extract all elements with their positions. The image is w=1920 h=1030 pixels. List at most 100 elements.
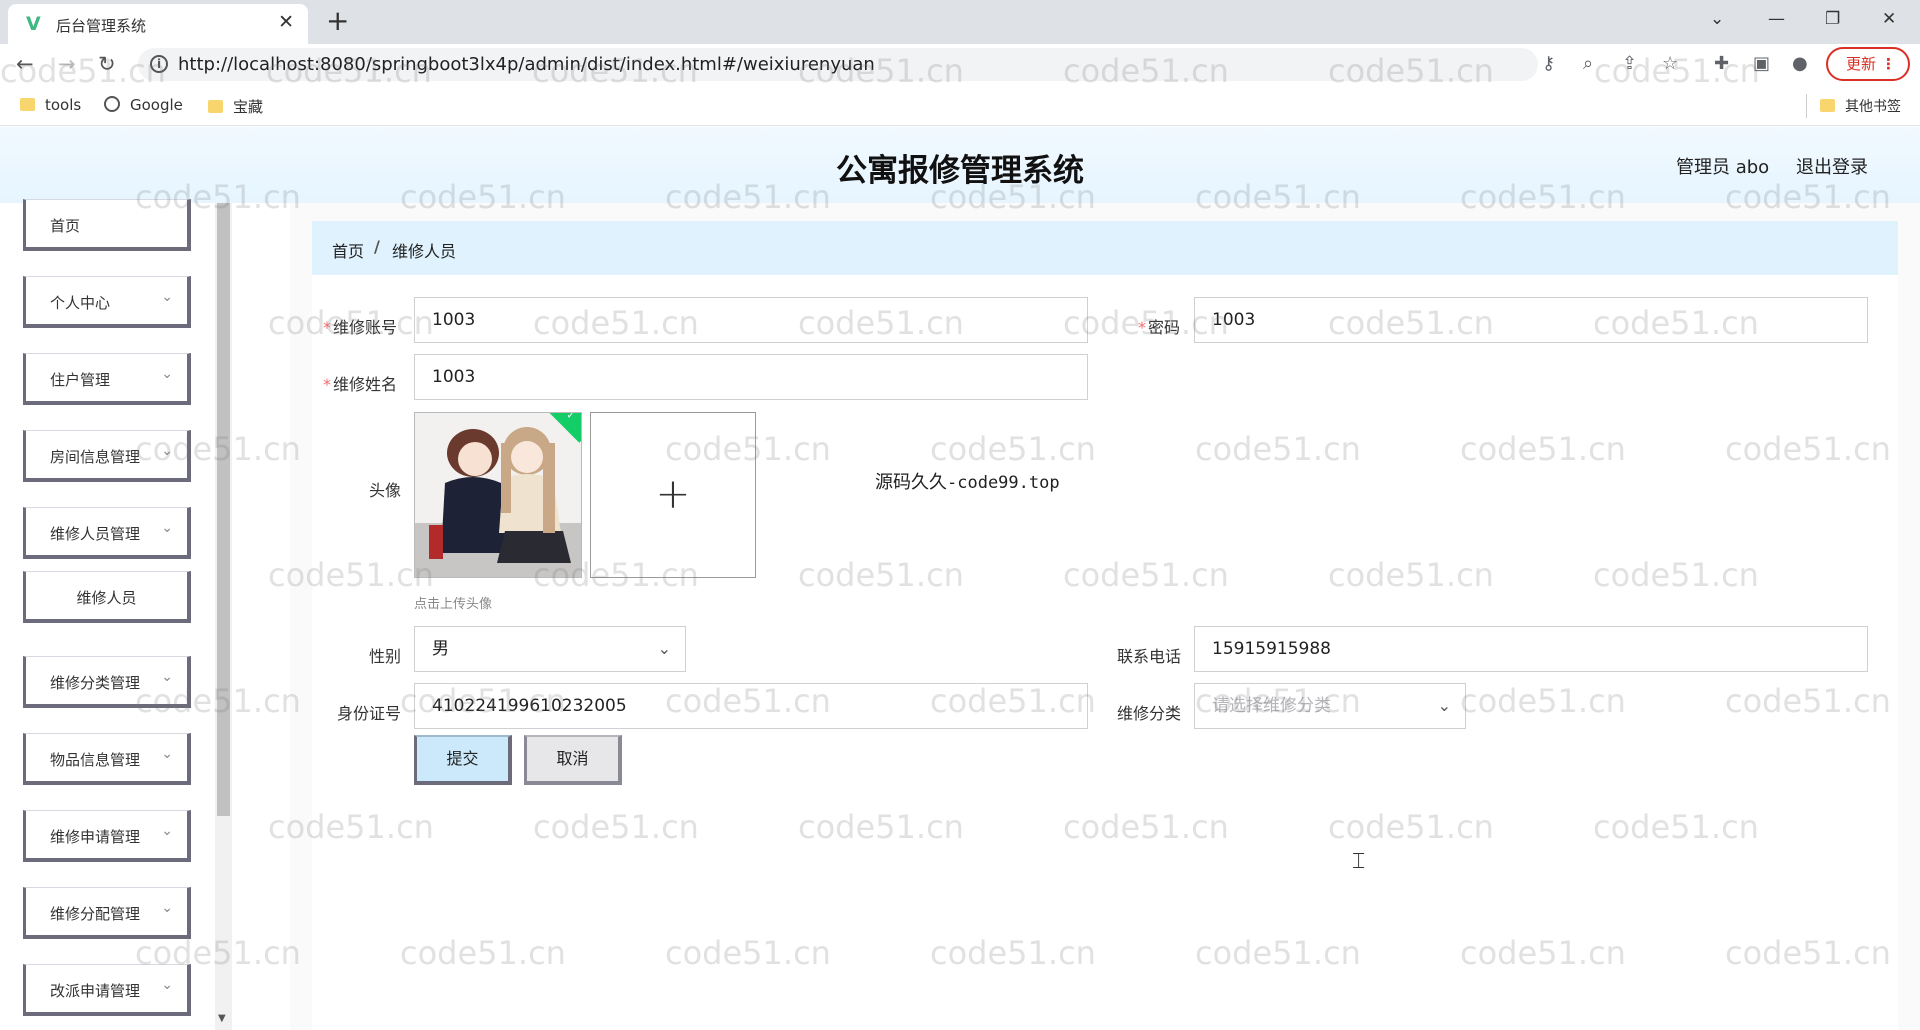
chevron-down-icon: ⌄	[1437, 696, 1451, 715]
logout-link[interactable]: 退出登录	[1796, 153, 1868, 179]
avatar-image[interactable]: ✓	[414, 412, 582, 578]
url-text: http://localhost:8080/springboot3lx4p/ad…	[178, 54, 875, 75]
side-panel-icon[interactable]: ▣	[1753, 54, 1770, 74]
phone-label: 联系电话	[1117, 647, 1182, 666]
menu-dots-icon[interactable]: ⋮	[1881, 49, 1896, 79]
avatar-label: 头像	[369, 481, 402, 500]
browser-tab[interactable]: V 后台管理系统 ✕	[8, 4, 308, 44]
window-close-icon[interactable]: ✕	[1882, 8, 1896, 30]
breadcrumb-separator: /	[374, 237, 380, 256]
globe-icon	[104, 96, 120, 112]
sidebar-item-residents[interactable]: 住户管理 ⌄	[23, 353, 191, 405]
user-label: 管理员 abo	[1676, 157, 1770, 178]
sidebar-item-reassign[interactable]: 改派申请管理 ⌄	[23, 964, 191, 1016]
browser-tabstrip: V 后台管理系统 ✕ + ⌄ — ❐ ✕	[0, 0, 1920, 44]
bookmark-star-icon[interactable]: ☆	[1662, 54, 1678, 74]
sidebar-item-profile[interactable]: 个人中心 ⌄	[23, 276, 191, 328]
chevron-down-icon: ⌄	[161, 823, 173, 839]
sidebar-item-label: 个人中心	[50, 294, 111, 312]
bookmark-tools[interactable]: tools	[20, 96, 81, 114]
reload-icon[interactable]: ↻	[98, 53, 116, 75]
account-label: * 维修账号	[323, 318, 398, 337]
bookmark-label: 宝藏	[233, 98, 264, 116]
name-input[interactable]: 1003	[414, 354, 1088, 400]
app-header: 公寓报修管理系统 管理员 abo 退出登录	[0, 127, 1920, 203]
chevron-down-icon: ⌄	[161, 443, 173, 459]
upload-hint: 点击上传头像	[414, 597, 493, 612]
close-icon[interactable]: ✕	[278, 12, 294, 32]
back-icon[interactable]: ←	[16, 53, 34, 75]
required-mark: *	[323, 318, 331, 337]
maximize-icon[interactable]: ❐	[1825, 8, 1840, 30]
sidebar-item-label: 维修人员管理	[50, 525, 141, 543]
breadcrumb-home[interactable]: 首页	[332, 238, 364, 262]
id-number-input[interactable]: 410224199610232005	[414, 683, 1088, 729]
category-label: 维修分类	[1117, 704, 1182, 723]
update-button[interactable]: 更新 ⋮	[1826, 47, 1910, 81]
chevron-down-icon: ⌄	[161, 746, 173, 762]
category-select[interactable]: 请选择维修分类 ⌄	[1194, 683, 1466, 729]
repair-staff-form: * 维修账号 1003 * 密码 1003 * 维修姓名 1003 头像 ✓ +…	[312, 275, 1898, 1030]
name-label: * 维修姓名	[323, 375, 398, 394]
password-input[interactable]: 1003	[1194, 297, 1868, 343]
bookmark-treasure[interactable]: 宝藏	[208, 96, 263, 117]
chevron-up-icon: ⌄	[161, 520, 173, 536]
sidebar-item-home[interactable]: 首页	[23, 199, 191, 251]
chevron-down-icon: ⌄	[657, 639, 671, 658]
new-tab-icon[interactable]: +	[326, 6, 349, 36]
sidebar-item-repair-assign[interactable]: 维修分配管理 ⌄	[23, 887, 191, 939]
folder-icon	[20, 98, 35, 111]
sidebar-item-rooms[interactable]: 房间信息管理 ⌄	[23, 430, 191, 482]
update-label: 更新	[1846, 55, 1877, 73]
bookmark-divider	[1806, 94, 1807, 118]
site-info-icon[interactable]: i	[150, 55, 168, 73]
sidebar: 首页 个人中心 ⌄ 住户管理 ⌄ 房间信息管理 ⌄ 维修人员管理 ⌄ 维修人员 维修分类…	[0, 199, 232, 1030]
sidebar-item-repair-category[interactable]: 维修分类管理 ⌄	[23, 656, 191, 708]
zoom-icon[interactable]: ⌕	[1583, 54, 1593, 74]
bookmark-label: Google	[130, 96, 183, 114]
bookmarks-bar: tools Google 宝藏 其他书签	[0, 86, 1920, 126]
minimize-icon[interactable]: —	[1768, 8, 1785, 30]
sidebar-scrollbar[interactable]: ▼	[215, 203, 232, 1030]
address-bar[interactable]: i http://localhost:8080/springboot3lx4p/…	[138, 48, 1555, 81]
sidebar-item-label: 维修申请管理	[50, 828, 141, 846]
breadcrumb-current: 维修人员	[392, 242, 457, 261]
sidebar-item-repair-staff-mgmt[interactable]: 维修人员管理 ⌄	[23, 507, 191, 559]
browser-toolbar: ← → ↻ i http://localhost:8080/springboot…	[0, 44, 1920, 86]
avatar-upload-button[interactable]: +	[590, 412, 756, 578]
phone-input[interactable]: 15915915988	[1194, 626, 1868, 672]
tab-search-icon[interactable]: ⌄	[1710, 8, 1724, 30]
scroll-down-arrow-icon[interactable]: ▼	[218, 1013, 226, 1024]
share-icon[interactable]: ⇪	[1622, 54, 1637, 74]
gender-select[interactable]: 男 ⌄	[414, 626, 686, 672]
plus-icon: +	[655, 469, 691, 518]
breadcrumb: 首页 / 维修人员	[312, 221, 1898, 275]
sidebar-item-items[interactable]: 物品信息管理 ⌄	[23, 733, 191, 785]
sidebar-item-label: 维修分类管理	[50, 674, 141, 692]
scrollbar-thumb[interactable]	[217, 203, 230, 816]
gender-label: 性别	[369, 647, 402, 666]
bookmark-google[interactable]: Google	[104, 96, 183, 114]
forward-icon[interactable]: →	[58, 53, 76, 75]
sidebar-item-label: 改派申请管理	[50, 982, 141, 1000]
key-icon[interactable]: ⚷	[1542, 54, 1555, 74]
promo-text: 源码久久-code99.top	[875, 472, 1060, 493]
other-bookmarks[interactable]: 其他书签	[1820, 96, 1901, 116]
cancel-button[interactable]: 取消	[524, 735, 622, 785]
submit-button[interactable]: 提交	[414, 735, 512, 785]
account-input[interactable]: 1003	[414, 297, 1088, 343]
sidebar-item-repair-requests[interactable]: 维修申请管理 ⌄	[23, 810, 191, 862]
folder-icon	[1820, 99, 1835, 112]
id-number-label: 身份证号	[337, 704, 402, 723]
sidebar-item-label: 维修人员	[76, 589, 137, 607]
profile-icon[interactable]: ●	[1792, 54, 1808, 74]
chevron-down-icon: ⌄	[161, 900, 173, 916]
sidebar-item-label: 维修分配管理	[50, 905, 141, 923]
extensions-icon[interactable]: ✚	[1714, 54, 1729, 74]
other-bookmarks-label: 其他书签	[1845, 99, 1901, 115]
app-title: 公寓报修管理系统	[836, 153, 1084, 189]
password-label: * 密码	[1138, 318, 1181, 337]
sidebar-subitem-repair-staff[interactable]: 维修人员	[23, 571, 191, 623]
chevron-down-icon: ⌄	[161, 366, 173, 382]
check-icon: ✓	[566, 412, 576, 422]
